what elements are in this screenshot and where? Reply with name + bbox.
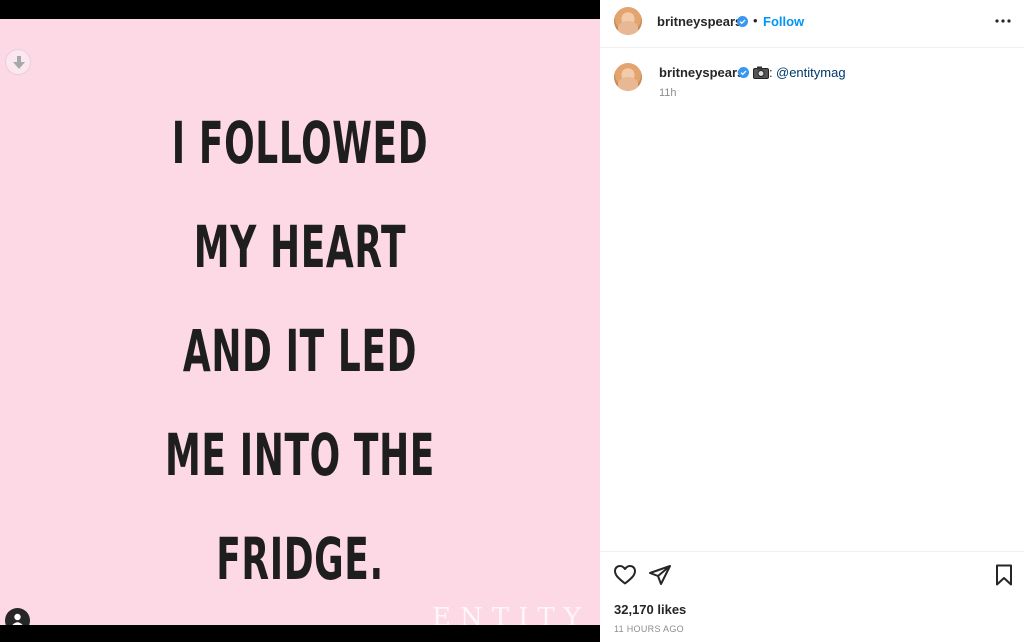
avatar[interactable] bbox=[614, 7, 642, 35]
caption-time[interactable]: 11h bbox=[659, 87, 677, 99]
likes-count[interactable]: 32,170 likes bbox=[614, 602, 686, 617]
details-panel: britneyspears • Follow britneyspears: @… bbox=[600, 0, 1024, 642]
entity-watermark: ENTITY bbox=[432, 603, 590, 625]
media-panel: I FOLLOWED MY HEART AND IT LED ME INTO T… bbox=[0, 0, 600, 642]
header-username[interactable]: britneyspears bbox=[657, 14, 742, 29]
more-options-icon[interactable] bbox=[994, 12, 1012, 30]
arrow-down-icon bbox=[13, 56, 25, 69]
post-timestamp[interactable]: 11 HOURS AGO bbox=[614, 624, 684, 634]
quote-line: MY HEART bbox=[193, 213, 407, 281]
separator-dot: • bbox=[753, 13, 758, 28]
post-header: britneyspears • Follow bbox=[600, 0, 1024, 48]
quote-line: AND IT LED bbox=[182, 317, 418, 385]
post-image[interactable]: I FOLLOWED MY HEART AND IT LED ME INTO T… bbox=[0, 19, 600, 625]
follow-button[interactable]: Follow bbox=[763, 14, 804, 29]
verified-badge-icon bbox=[738, 67, 749, 78]
quote-line: I FOLLOWED bbox=[171, 109, 429, 177]
download-button[interactable] bbox=[5, 49, 31, 75]
avatar[interactable] bbox=[614, 63, 642, 91]
post-viewer: I FOLLOWED MY HEART AND IT LED ME INTO T… bbox=[0, 0, 1024, 642]
heart-icon[interactable] bbox=[613, 563, 637, 587]
quote-line: FRIDGE. bbox=[216, 525, 384, 593]
bookmark-icon[interactable] bbox=[992, 563, 1016, 587]
quote-line: ME INTO THE bbox=[165, 421, 435, 489]
mention-link[interactable]: @entitymag bbox=[776, 65, 846, 80]
action-bar: 32,170 likes 11 HOURS AGO bbox=[600, 551, 1024, 642]
caption-username[interactable]: britneyspears bbox=[659, 65, 744, 80]
quote-text: I FOLLOWED MY HEART AND IT LED ME INTO T… bbox=[0, 91, 600, 611]
user-icon bbox=[12, 613, 23, 625]
camera-icon bbox=[753, 66, 769, 79]
send-icon[interactable] bbox=[648, 563, 672, 587]
verified-badge-icon bbox=[737, 16, 748, 27]
caption-colon: : bbox=[769, 65, 773, 80]
